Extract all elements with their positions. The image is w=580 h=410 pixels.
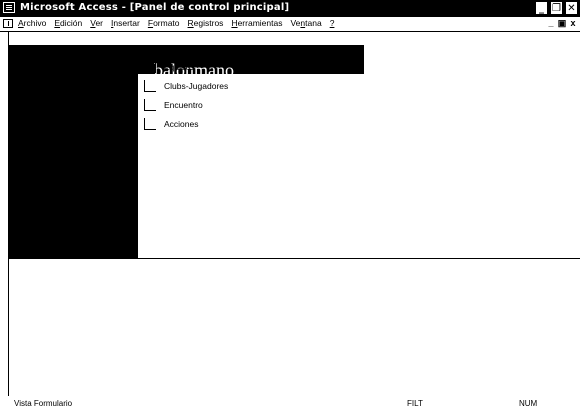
document-controls: _ ▣ x	[546, 18, 578, 29]
filter-indicator: FILT	[407, 399, 423, 408]
window-title: Microsoft Access - [Panel de control pri…	[20, 2, 290, 13]
menu-item-edicin[interactable]: Edición	[54, 18, 82, 28]
switchboard-item-label: Clubs-Jugadores	[164, 80, 229, 91]
window-controls: _ ❐ ✕	[535, 1, 578, 15]
switchboard-item[interactable]: Acciones	[144, 114, 228, 133]
title-bar[interactable]: Microsoft Access - [Panel de control pri…	[0, 0, 580, 17]
close-button[interactable]: ✕	[565, 1, 578, 15]
switchboard-items: Equipos Clubs-Jugadores Encuentro Acciones	[144, 57, 228, 133]
menu-item-insertar[interactable]: Insertar	[111, 18, 140, 28]
access-app-icon[interactable]	[3, 2, 15, 13]
switchboard-item[interactable]: Equipos	[144, 57, 228, 76]
doc-close-button[interactable]: x	[568, 18, 578, 29]
switchboard-item-button[interactable]	[144, 98, 156, 111]
menu-item-herramientas[interactable]: Herramientas	[231, 18, 282, 28]
switchboard-item-label: Encuentro	[164, 99, 203, 110]
doc-restore-button[interactable]: ▣	[557, 18, 567, 29]
switchboard-item-button[interactable]	[144, 117, 156, 130]
menu-item-ventana[interactable]: Ventana	[290, 18, 321, 28]
switchboard-item[interactable]: Clubs-Jugadores	[144, 76, 228, 95]
menu-item-archivo[interactable]: Archivo	[18, 18, 46, 28]
switchboard-form: balonmano	[8, 45, 580, 258]
switchboard-item-button[interactable]	[144, 60, 156, 73]
menu-items: Archivo Edición Ver Insertar Formato Registro…	[18, 18, 334, 28]
switchboard-side-panel	[8, 45, 138, 258]
minimize-button[interactable]: _	[535, 1, 548, 15]
menu-bar: Archivo Edición Ver Insertar Formato Registro…	[0, 17, 580, 32]
switchboard-item-label: Equipos	[164, 61, 195, 72]
doc-minimize-button[interactable]: _	[546, 18, 556, 29]
status-text: Vista Formulario	[14, 399, 73, 408]
switchboard-item-button[interactable]	[144, 79, 156, 92]
menu-item-[interactable]: ?	[330, 18, 335, 28]
menu-item-ver[interactable]: Ver	[90, 18, 103, 28]
menu-item-formato[interactable]: Formato	[148, 18, 180, 28]
form-bottom-border	[8, 258, 580, 259]
switchboard-item[interactable]: Encuentro	[144, 95, 228, 114]
restore-button[interactable]: ❐	[550, 1, 563, 15]
menu-item-registros[interactable]: Registros	[188, 18, 224, 28]
switchboard-item-label: Acciones	[164, 118, 199, 129]
numlock-indicator: NUM	[519, 399, 538, 408]
status-bar: Vista Formulario FILT NUM	[0, 396, 580, 410]
form-document-icon[interactable]	[3, 19, 13, 28]
